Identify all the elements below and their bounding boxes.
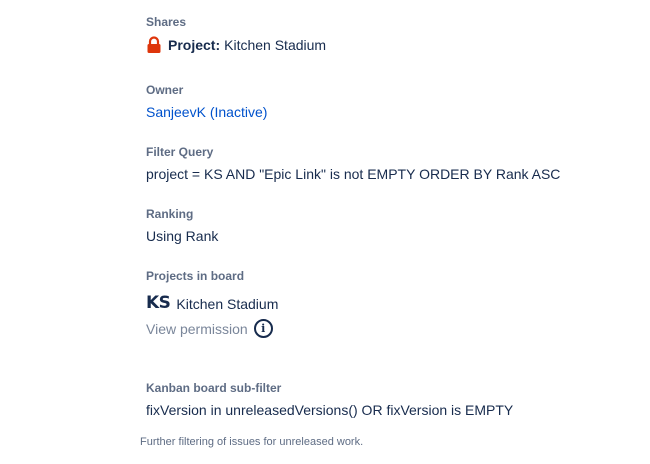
filter-query-label: Filter Query — [146, 145, 214, 159]
lock-icon — [146, 36, 162, 54]
ranking-value: Using Rank — [146, 228, 219, 244]
project-logo: KS — [146, 293, 171, 313]
info-icon[interactable]: i — [253, 319, 273, 338]
shares-prefix: Project: — [168, 37, 221, 53]
ranking-label: Ranking — [146, 207, 194, 221]
kanban-sub-filter-value: fixVersion in unreleasedVersions() OR fi… — [146, 402, 514, 418]
project-name: Kitchen Stadium — [176, 295, 279, 312]
shares-label: Shares — [146, 15, 187, 29]
projects-in-board-label: Projects in board — [146, 269, 245, 283]
view-permission-label[interactable]: View permission — [146, 321, 248, 337]
kanban-sub-filter-label: Kanban board sub-filter — [146, 381, 282, 395]
view-permission-link[interactable]: View permission i — [146, 319, 273, 338]
kanban-sub-filter-helper: Further filtering of issues for unreleas… — [140, 436, 364, 448]
project-item: KS Kitchen Stadium — [146, 295, 278, 312]
owner-link[interactable]: SanjeevK (Inactive) — [146, 104, 267, 120]
filter-query-value: project = KS AND "Epic Link" is not EMPT… — [146, 166, 561, 182]
owner-label: Owner — [146, 83, 184, 97]
shares-value: Project: Kitchen Stadium — [146, 36, 326, 54]
shares-project-name: Kitchen Stadium — [224, 37, 327, 53]
